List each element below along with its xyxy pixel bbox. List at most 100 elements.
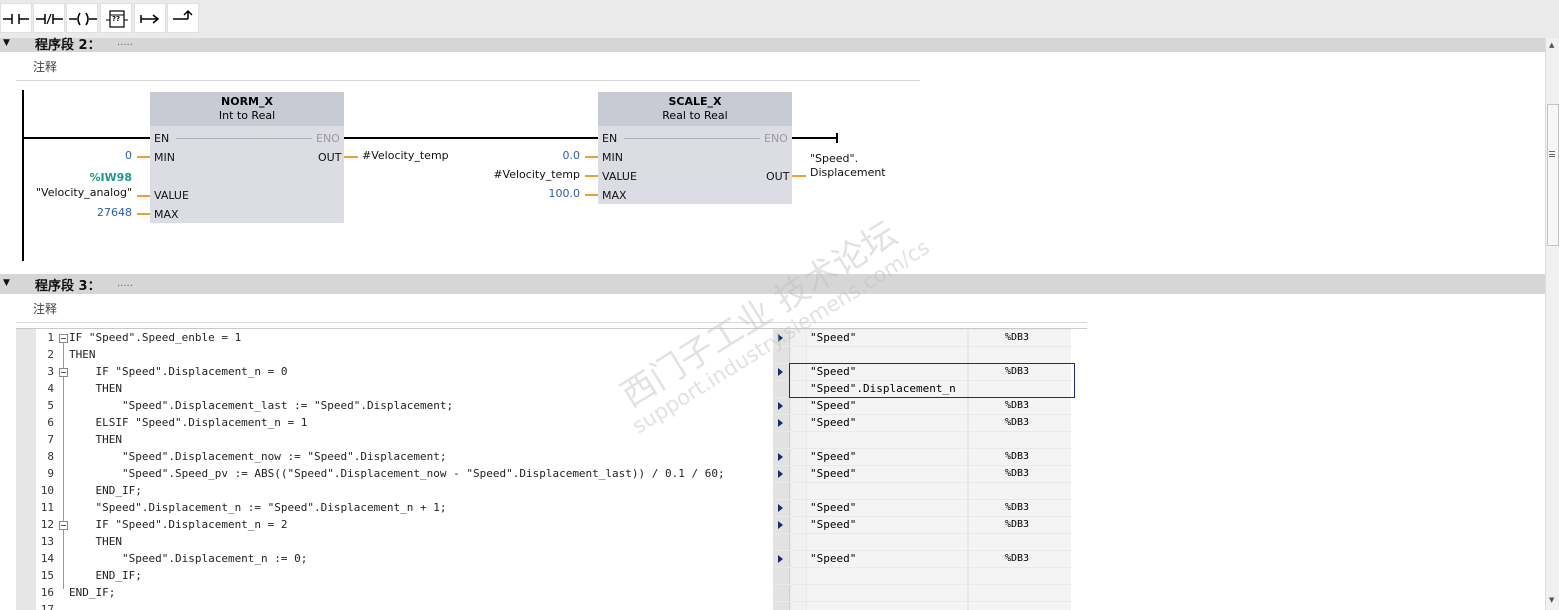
norm-x-min-pin: MIN [154,151,175,164]
code-line[interactable]: 16 END_IF; [0,585,770,602]
norm-x-value-address[interactable]: %IW98 [60,171,132,184]
tag-spacer-cell [791,432,806,448]
scroll-down-icon[interactable]: ▼ [1549,596,1554,604]
code-line[interactable]: 11 "Speed".Displacement_n := "Speed".Dis… [0,500,770,517]
expand-arrow-icon[interactable] [778,504,783,512]
scale-x-value-tag[interactable]: #Velocity_temp [470,168,580,181]
norm-x-inner-line [176,138,312,139]
tag-address-cell: %DB3 [969,466,1071,482]
tag-expand-cell[interactable] [773,398,790,414]
vertical-scrollbar[interactable]: ▲ ▼ [1545,38,1559,610]
close-branch-button[interactable] [167,3,199,33]
scale-x-max-value[interactable]: 100.0 [530,187,581,200]
scale-x-title: SCALE_X [668,95,722,108]
line-number: 4 [47,382,54,395]
tag-expand-cell[interactable] [773,432,790,448]
tag-spacer-cell [791,500,806,516]
line-number: 3 [47,365,54,378]
coil-button[interactable] [66,3,98,33]
norm-x-box[interactable]: NORM_X Int to Real EN ENO MIN OUT VALUE … [150,92,344,223]
network-2-comment[interactable]: 注释 [33,58,57,75]
scale-x-min-value[interactable]: 0.0 [530,149,581,162]
tag-expand-cell[interactable] [773,568,790,584]
tag-name-cell: "Speed" [807,466,967,482]
tag-spacer-cell [791,602,806,610]
open-branch-button[interactable] [134,3,166,33]
tag-expand-cell[interactable] [773,483,790,499]
line-number: 8 [47,450,54,463]
tag-expand-cell[interactable] [773,500,790,516]
scale-x-box[interactable]: SCALE_X Real to Real EN ENO MIN VALUE OU… [598,92,792,204]
norm-x-value-pin: VALUE [154,189,189,202]
expand-arrow-icon[interactable] [778,368,783,376]
code-text: IF "Speed".Displacement_n = 2 [69,518,288,531]
tag-row [773,432,1071,449]
code-line[interactable]: 8 "Speed".Displacement_now := "Speed".Di… [0,449,770,466]
tag-row [773,602,1071,610]
tag-name-cell [807,483,967,499]
empty-box-button[interactable]: ?? [100,3,132,33]
scale-x-subtitle[interactable]: Real to Real [598,109,792,122]
tag-expand-cell[interactable] [773,534,790,550]
network-2-header[interactable]: ▼ 程序段 2： ..... [0,37,1545,53]
eno-en-wire [344,137,598,139]
code-line[interactable]: 1 IF "Speed".Speed_enble = 1 [0,330,770,347]
norm-x-max-value[interactable]: 27648 [70,206,132,219]
expand-arrow-icon[interactable] [778,470,783,478]
code-line[interactable]: 7 THEN [0,432,770,449]
code-line[interactable]: 9 "Speed".Speed_pv := ABS(("Speed".Displ… [0,466,770,483]
scale-x-min-pin: MIN [602,151,623,164]
norm-x-min-value[interactable]: 0 [80,149,132,162]
tag-name-cell: "Speed" [807,398,967,414]
tag-expand-cell[interactable] [773,602,790,610]
norm-x-value-tag[interactable]: "Velocity_analog" [20,186,132,199]
nc-contact-button[interactable] [33,3,65,33]
scroll-thumb[interactable] [1547,104,1559,246]
tag-row: "Speed" %DB3 [773,330,1071,347]
collapse-triangle-icon[interactable]: ▼ [3,38,10,48]
fold-toggle-icon[interactable] [59,521,68,530]
code-line[interactable]: 13 THEN [0,534,770,551]
scale-x-out-tag-2[interactable]: Displacement [810,166,886,179]
code-text: IF "Speed".Displacement_n = 0 [69,365,288,378]
scroll-up-icon[interactable]: ▲ [1549,41,1554,49]
code-line[interactable]: 12 IF "Speed".Displacement_n = 2 [0,517,770,534]
tag-spacer-cell [791,568,806,584]
scale-x-out-tag-1[interactable]: "Speed". [810,152,858,165]
network-3-comment[interactable]: 注释 [33,300,57,317]
tag-expand-cell[interactable] [773,449,790,465]
code-text: "Speed".Displacement_n := "Speed".Displa… [69,501,447,514]
expand-arrow-icon[interactable] [778,402,783,410]
scale-x-value-pin: VALUE [602,170,637,183]
expand-arrow-icon[interactable] [778,521,783,529]
tag-expand-cell[interactable] [773,381,790,397]
tag-expand-cell[interactable] [773,364,790,380]
norm-x-out-tag[interactable]: #Velocity_temp [362,149,449,162]
code-line[interactable]: 14 "Speed".Displacement_n := 0; [0,551,770,568]
tag-expand-cell[interactable] [773,585,790,601]
tag-row [773,347,1071,364]
tag-expand-cell[interactable] [773,466,790,482]
code-text: THEN [69,535,122,548]
collapse-triangle-icon[interactable]: ▼ [3,278,10,288]
tag-address-cell: %DB3 [969,500,1071,516]
out-wire [344,156,358,158]
expand-arrow-icon[interactable] [778,419,783,427]
code-line[interactable]: 17 [0,602,770,610]
fold-toggle-icon[interactable] [59,368,68,377]
tag-spacer-cell [791,517,806,533]
tag-address-cell: %DB3 [969,330,1071,346]
no-contact-button[interactable] [0,3,32,33]
tag-expand-cell[interactable] [773,517,790,533]
expand-arrow-icon[interactable] [778,555,783,563]
code-line[interactable]: 10 END_IF; [0,483,770,500]
fold-toggle-icon[interactable] [59,334,68,343]
norm-x-eno-pin: ENO [316,132,340,145]
code-line[interactable]: 15 END_IF; [0,568,770,585]
tag-expand-cell[interactable] [773,551,790,567]
tag-address-cell [969,534,1071,550]
expand-arrow-icon[interactable] [778,453,783,461]
scale-out-wire [792,175,806,177]
norm-x-subtitle[interactable]: Int to Real [150,109,344,122]
tag-expand-cell[interactable] [773,415,790,431]
